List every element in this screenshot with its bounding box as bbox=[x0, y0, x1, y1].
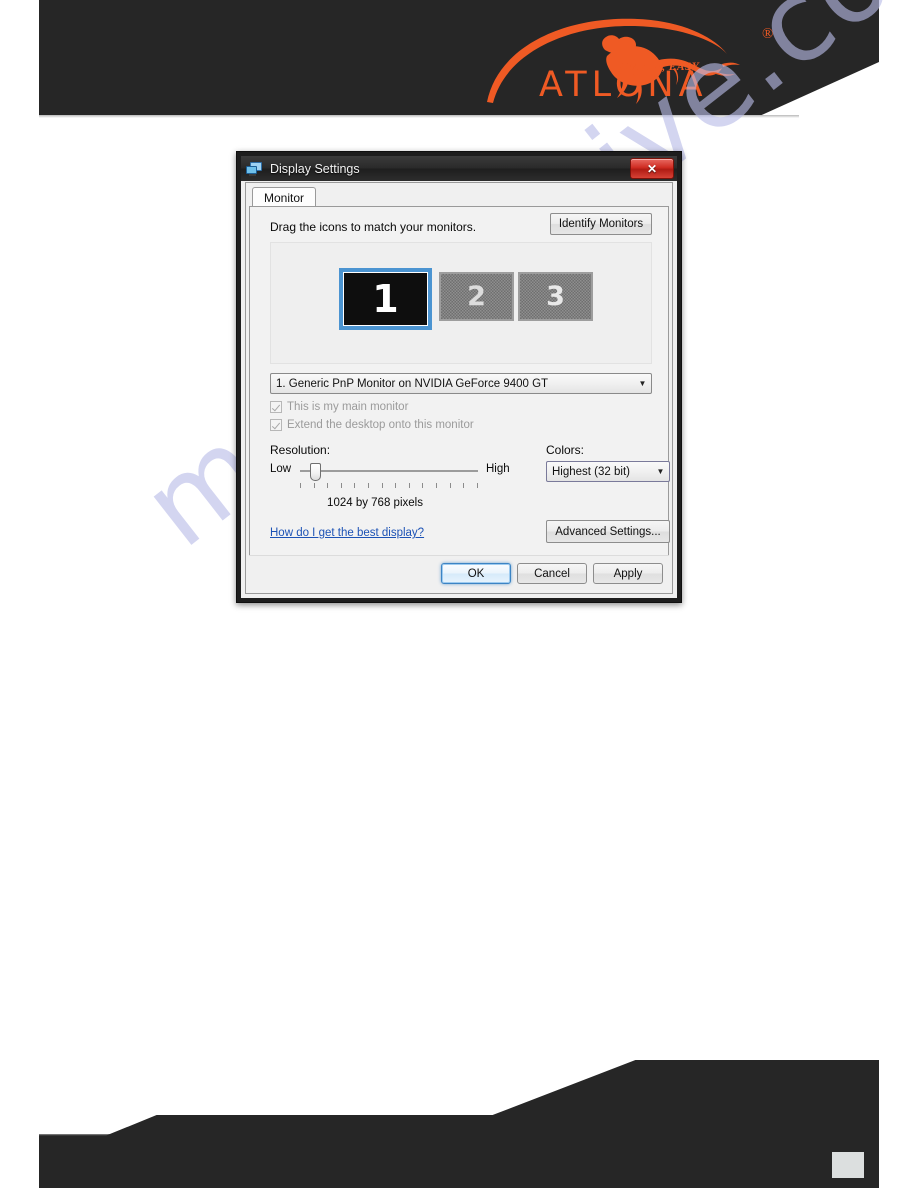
chevron-down-icon: ▼ bbox=[638, 379, 647, 388]
drag-hint-text: Drag the icons to match your monitors. bbox=[270, 220, 477, 234]
dialog-title-bar[interactable]: Display Settings ✕ bbox=[241, 156, 677, 181]
colors-label: Colors: bbox=[546, 443, 585, 457]
chevron-down-icon: ▼ bbox=[656, 467, 665, 476]
resolution-label: Resolution: bbox=[270, 443, 331, 457]
page-number-box bbox=[832, 1152, 864, 1178]
help-link[interactable]: How do I get the best display? bbox=[270, 527, 424, 539]
slider-low-label: Low bbox=[270, 463, 292, 475]
checkbox-main-monitor-label: This is my main monitor bbox=[287, 401, 409, 413]
dialog-button-bar: OK Cancel Apply bbox=[249, 555, 669, 590]
checkbox-main-monitor[interactable]: This is my main monitor bbox=[270, 401, 408, 413]
page-header-banner: ATLONA SIMPLE, EASY ® bbox=[39, 0, 879, 117]
resolution-slider[interactable] bbox=[300, 463, 478, 488]
tab-monitor[interactable]: Monitor bbox=[252, 187, 317, 206]
checkbox-extend-desktop-label: Extend the desktop onto this monitor bbox=[287, 419, 474, 431]
monitor-icon-2[interactable]: 2 bbox=[439, 272, 514, 321]
registered-trademark-icon: ® bbox=[762, 26, 774, 42]
tab-strip: Monitor bbox=[246, 183, 672, 206]
close-icon[interactable]: ✕ bbox=[630, 158, 674, 179]
page-footer-banner bbox=[39, 1060, 879, 1188]
colors-select-value: Highest (32 bit) bbox=[552, 465, 630, 478]
advanced-settings-button[interactable]: Advanced Settings... bbox=[546, 520, 670, 543]
atlona-tagline: SIMPLE, EASY bbox=[617, 61, 700, 73]
dialog-client-area: Monitor Drag the icons to match your mon… bbox=[245, 182, 673, 594]
atlona-logo: ATLONA SIMPLE, EASY ® bbox=[479, 6, 809, 114]
dialog-title: Display Settings bbox=[270, 161, 360, 176]
identify-monitors-button[interactable]: Identify Monitors bbox=[550, 213, 652, 235]
slider-ticks bbox=[300, 483, 478, 488]
monitor-arrangement-canvas[interactable]: 1 2 3 bbox=[270, 242, 652, 364]
monitor-select-value: 1. Generic PnP Monitor on NVIDIA GeForce… bbox=[276, 377, 549, 390]
cancel-button[interactable]: Cancel bbox=[517, 563, 587, 584]
checkbox-extend-desktop[interactable]: Extend the desktop onto this monitor bbox=[270, 419, 474, 431]
ok-button[interactable]: OK bbox=[441, 563, 511, 584]
display-settings-dialog: Display Settings ✕ Monitor Drag the icon… bbox=[236, 151, 682, 603]
atlona-wordmark: ATLONA bbox=[539, 65, 708, 105]
slider-track bbox=[300, 470, 478, 472]
tab-page-monitor: Drag the icons to match your monitors. I… bbox=[249, 206, 670, 590]
colors-select[interactable]: Highest (32 bit) ▼ bbox=[546, 461, 670, 482]
monitor-icon-1[interactable]: 1 bbox=[339, 268, 432, 330]
monitor-icon-3[interactable]: 3 bbox=[518, 272, 593, 321]
resolution-value-text: 1024 by 768 pixels bbox=[327, 497, 423, 509]
display-settings-icon bbox=[246, 161, 262, 176]
header-shadow-divider bbox=[39, 115, 799, 118]
dialog-inner-frame: Display Settings ✕ Monitor Drag the icon… bbox=[241, 156, 677, 598]
checkbox-checked-icon bbox=[270, 401, 282, 413]
page-number-text bbox=[832, 1152, 864, 1178]
slider-thumb[interactable] bbox=[310, 463, 321, 481]
slider-high-label: High bbox=[486, 463, 510, 475]
monitor-select[interactable]: 1. Generic PnP Monitor on NVIDIA GeForce… bbox=[270, 373, 652, 394]
checkbox-checked-icon bbox=[270, 419, 282, 431]
apply-button[interactable]: Apply bbox=[593, 563, 663, 584]
